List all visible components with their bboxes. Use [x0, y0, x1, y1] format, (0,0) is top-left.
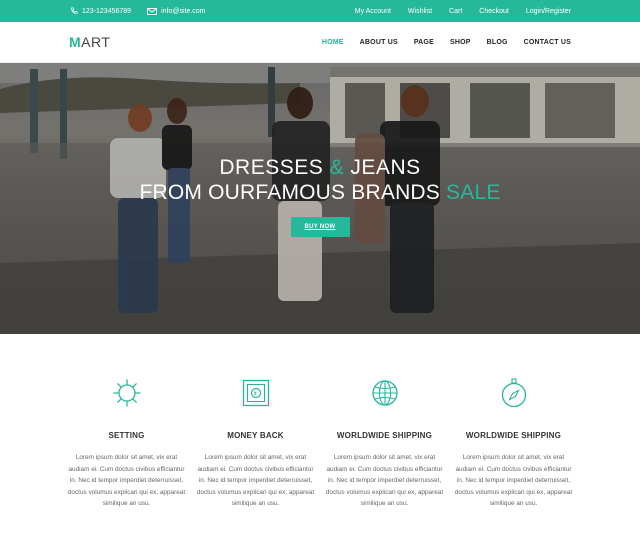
- feature-title: SETTING: [108, 431, 145, 440]
- hero-text: DRESSES & JEANS FROM OURFAMOUS BRANDS SA…: [0, 155, 640, 237]
- money-back-icon: [242, 379, 269, 407]
- main-nav: HOME ABOUT US PAGE SHOP BLOG CONTACT US: [306, 39, 571, 46]
- phone-number[interactable]: 123-123456789: [82, 8, 131, 15]
- logo-initial: M: [69, 34, 82, 50]
- feature-text: Lorem ipsum dolor sit amet, vix erat aud…: [325, 454, 444, 507]
- feature-text: Lorem ipsum dolor sit amet, vix erat aud…: [454, 454, 573, 507]
- feature-title: WORLDWIDE SHIPPING: [465, 431, 562, 440]
- cart-link[interactable]: Cart: [449, 8, 462, 15]
- hero-sale: SALE: [446, 181, 501, 204]
- hero-heading-line2: FROM OURFAMOUS BRANDS SALE: [0, 180, 640, 205]
- features-section: SETTING Lorem ipsum dolor sit amet, vix …: [0, 334, 640, 510]
- feature-money-back: MONEY BACK Lorem ipsum dolor sit amet, v…: [191, 376, 320, 510]
- gear-icon: [112, 379, 141, 407]
- wishlist-link[interactable]: Wishlist: [408, 8, 432, 15]
- checkout-link[interactable]: Checkout: [479, 8, 509, 15]
- hero-ampersand: &: [329, 156, 345, 179]
- buy-now-button[interactable]: BUY NOW: [290, 217, 350, 237]
- login-register-link[interactable]: Login/Register: [526, 8, 571, 15]
- feature-worldwide-shipping-2: WORLDWIDE SHIPPING Lorem ipsum dolor sit…: [449, 376, 578, 510]
- phone-icon: [71, 7, 78, 14]
- feature-text: Lorem ipsum dolor sit amet, vix erat aud…: [196, 454, 315, 507]
- email-contact: info@site.com: [147, 7, 206, 15]
- nav-contact-us[interactable]: CONTACT US: [524, 39, 571, 46]
- nav-page[interactable]: PAGE: [414, 39, 434, 46]
- envelope-icon: [147, 7, 158, 15]
- nav-shop[interactable]: SHOP: [450, 39, 471, 46]
- hero-jeans: JEANS: [344, 156, 421, 179]
- site-header: MART HOME ABOUT US PAGE SHOP BLOG CONTAC…: [0, 22, 640, 63]
- site-logo[interactable]: MART: [69, 34, 110, 50]
- nav-about-us[interactable]: ABOUT US: [360, 39, 398, 46]
- feature-worldwide-shipping: WORLDWIDE SHIPPING Lorem ipsum dolor sit…: [320, 376, 449, 510]
- hero-banner: DRESSES & JEANS FROM OURFAMOUS BRANDS SA…: [0, 63, 640, 334]
- hero-brands: FROM OURFAMOUS BRANDS: [139, 181, 447, 204]
- logo-rest: ART: [81, 34, 111, 50]
- nav-blog[interactable]: BLOG: [487, 39, 508, 46]
- feature-title: WORLDWIDE SHIPPING: [336, 431, 433, 440]
- email-address[interactable]: info@site.com: [161, 8, 205, 15]
- compass-icon: [501, 378, 526, 408]
- hero-dresses: DRESSES: [219, 156, 330, 179]
- phone-contact: 123-123456789: [70, 7, 131, 15]
- top-bar-contact: 123-123456789 info@site.com: [70, 7, 222, 15]
- feature-setting: SETTING Lorem ipsum dolor sit amet, vix …: [62, 376, 191, 510]
- nav-home[interactable]: HOME: [322, 39, 344, 46]
- my-account-link[interactable]: My Account: [355, 8, 391, 15]
- top-bar: 123-123456789 info@site.com My Account W…: [0, 0, 640, 22]
- hero-heading-line1: DRESSES & JEANS: [0, 155, 640, 180]
- account-links: My Account Wishlist Cart Checkout Login/…: [338, 8, 571, 15]
- globe-icon: [371, 380, 398, 406]
- feature-title: MONEY BACK: [227, 431, 284, 440]
- feature-text: Lorem ipsum dolor sit amet, vix erat aud…: [67, 454, 186, 507]
